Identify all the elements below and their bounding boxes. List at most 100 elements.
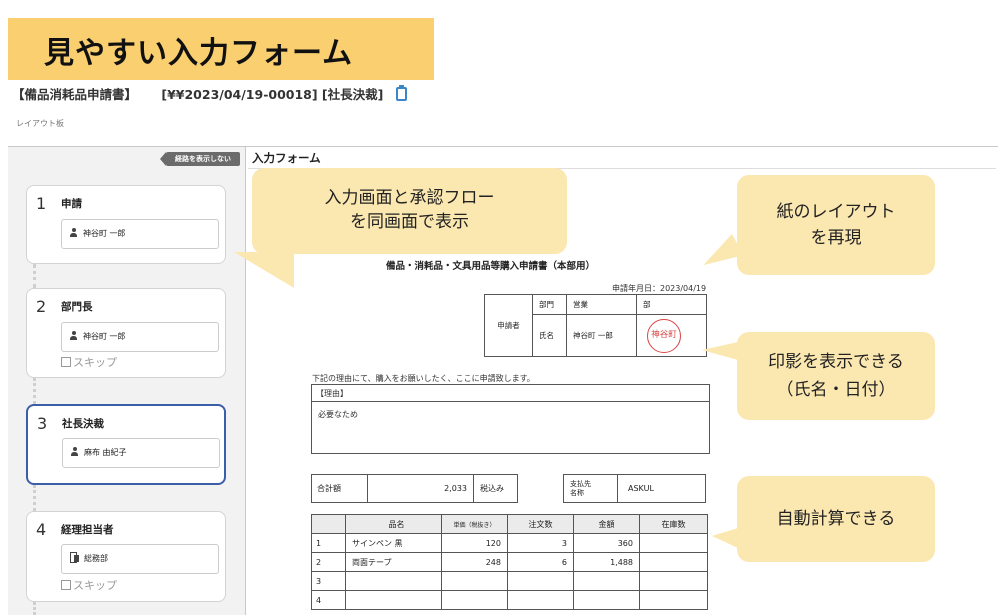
callout-calc: 自動計算できる xyxy=(737,476,935,562)
reason-label: 【理由】 xyxy=(316,389,348,398)
col-header-stock: 在庫数 xyxy=(639,514,708,534)
route-connector xyxy=(33,485,36,511)
route-step-1[interactable]: 1 申請 神谷町 一郎 xyxy=(26,185,226,264)
col-header-qty: 注文数 xyxy=(507,514,574,534)
checkbox-icon[interactable] xyxy=(61,357,71,367)
item-stock[interactable] xyxy=(639,590,708,610)
item-qty[interactable] xyxy=(507,571,574,591)
approver-field[interactable]: 神谷町 一郎 xyxy=(61,219,219,249)
item-price[interactable]: 248 xyxy=(441,552,508,572)
callout-stamp: 印影を表示できる （氏名・日付） xyxy=(737,332,935,420)
table-row: 3 xyxy=(311,571,708,591)
item-qty[interactable]: 6 xyxy=(507,552,574,572)
step-title: 経理担当者 xyxy=(61,524,114,536)
route-step-3[interactable]: 3 社長決裁 麻布 由紀子 xyxy=(26,404,226,485)
row-number: 1 xyxy=(311,533,346,553)
step-title: 社長決裁 xyxy=(62,418,104,430)
callout-stamp-tail xyxy=(702,342,738,360)
skip-checkbox[interactable]: スキップ xyxy=(61,577,117,593)
person-icon xyxy=(70,331,77,340)
supplier-label: 支払先 名称 xyxy=(563,474,618,503)
route-connector xyxy=(33,378,36,404)
item-qty[interactable] xyxy=(507,590,574,610)
item-stock[interactable] xyxy=(639,533,708,553)
approver-name: 麻布 由紀子 xyxy=(84,448,127,457)
item-name[interactable] xyxy=(345,571,442,591)
item-name[interactable] xyxy=(345,590,442,610)
callout-flow-tail xyxy=(234,252,294,288)
callout-stamp-text: 印影を表示できる （氏名・日付） xyxy=(768,352,904,400)
approver-name: 神谷町 一郎 xyxy=(83,332,126,341)
approver-field[interactable]: 神谷町 一郎 xyxy=(61,322,219,352)
applicant-table: 申請者 部門 営業 部 氏名 神谷町 一郎 神谷町 xyxy=(484,294,707,357)
table-row: 1 サインペン 黒 120 3 360 xyxy=(311,533,708,553)
total-label: 合計額 xyxy=(311,474,368,503)
item-name[interactable]: 両面テープ xyxy=(345,552,442,572)
item-price[interactable]: 120 xyxy=(441,533,508,553)
approver-field[interactable]: 総務部 xyxy=(61,544,219,574)
route-step-2[interactable]: 2 部門長 神谷町 一郎 スキップ xyxy=(26,288,226,378)
name-stamp: 神谷町 xyxy=(647,318,681,353)
approver-name: 総務部 xyxy=(84,554,108,563)
row-number: 4 xyxy=(311,590,346,610)
approver-field[interactable]: 麻布 由紀子 xyxy=(62,438,220,468)
stamp-cell: 神谷町 xyxy=(636,314,707,357)
step-number: 1 xyxy=(36,194,47,213)
table-row: 2 両面テープ 248 6 1,488 xyxy=(311,552,708,572)
person-icon xyxy=(71,447,78,456)
step-number: 4 xyxy=(36,520,47,539)
row-number: 3 xyxy=(311,571,346,591)
col-header-price: 単価（税抜き） xyxy=(441,514,508,534)
callout-paper: 紙のレイアウト を再現 xyxy=(737,175,935,275)
reason-divider xyxy=(312,401,709,402)
dept-label: 部門 xyxy=(532,294,567,315)
item-stock[interactable] xyxy=(639,552,708,572)
item-stock[interactable] xyxy=(639,571,708,591)
hide-route-button[interactable]: 経路を表示しない xyxy=(160,152,240,166)
item-qty[interactable]: 3 xyxy=(507,533,574,553)
request-statement: 下記の理由にて、購入をお願いしたく、ここに申請致します。 xyxy=(312,374,535,383)
callout-flow-text: 入力画面と承認フロー を同画面で表示 xyxy=(324,188,495,232)
totals-table: 合計額 2,033 税込み 支払先 名称 ASKUL xyxy=(311,474,706,503)
banner-title: 見やすい入力フォーム xyxy=(44,36,354,71)
items-table: 品名 単価（税抜き） 注文数 金額 在庫数 1 サインペン 黒 120 3 36… xyxy=(311,514,708,610)
skip-label: スキップ xyxy=(73,356,117,369)
dept-suffix: 部 xyxy=(636,294,707,315)
total-value: 2,033 xyxy=(367,474,474,503)
breadcrumb[interactable]: レイアウト板 xyxy=(16,118,64,129)
col-header-name: 品名 xyxy=(345,514,442,534)
route-connector xyxy=(33,602,36,615)
item-price[interactable] xyxy=(441,590,508,610)
item-price[interactable] xyxy=(441,571,508,591)
tax-label: 税込み xyxy=(473,474,518,503)
checkbox-icon[interactable] xyxy=(61,580,71,590)
skip-checkbox[interactable]: スキップ xyxy=(61,354,117,370)
item-name[interactable]: サインペン 黒 xyxy=(345,533,442,553)
name-label: 氏名 xyxy=(532,314,567,357)
name-value[interactable]: 神谷町 一郎 xyxy=(566,314,637,357)
item-amount: 1,488 xyxy=(573,552,640,572)
clipboard-icon[interactable] xyxy=(395,85,407,101)
items-header-row: 品名 単価（税抜き） 注文数 金額 在庫数 xyxy=(311,514,708,534)
route-connector xyxy=(33,264,36,288)
dept-value[interactable]: 営業 xyxy=(566,294,637,315)
document-title: 【備品消耗品申請書】 xyxy=(12,87,138,102)
step-title: 部門長 xyxy=(61,301,93,313)
row-number: 2 xyxy=(311,552,346,572)
approver-name: 神谷町 一郎 xyxy=(83,229,126,238)
col-header-price-text: 単価（税抜き） xyxy=(453,521,496,529)
reason-field[interactable]: 【理由】 必要なため xyxy=(311,384,710,454)
callout-flow: 入力画面と承認フロー を同画面で表示 xyxy=(252,168,567,254)
col-header-no xyxy=(311,514,346,534)
document-header: 【備品消耗品申請書】 [¥¥2023/04/19-00018] [社長決裁] xyxy=(12,84,407,103)
table-row: 4 xyxy=(311,590,708,610)
paper-form-title: 備品・消耗品・文具用品等購入申請書（本部用） xyxy=(386,261,596,272)
supplier-value[interactable]: ASKUL xyxy=(617,474,706,503)
step-number: 3 xyxy=(37,414,48,433)
document-id: [¥¥2023/04/19-00018] [社長決裁] xyxy=(161,87,384,102)
group-icon xyxy=(70,552,79,563)
apply-date: 申請年月日：2023/04/19 xyxy=(612,284,707,293)
route-step-4[interactable]: 4 経理担当者 総務部 スキップ xyxy=(26,511,226,602)
reason-text[interactable]: 必要なため xyxy=(318,409,358,420)
supplier-label-text: 支払先 名称 xyxy=(570,479,591,497)
